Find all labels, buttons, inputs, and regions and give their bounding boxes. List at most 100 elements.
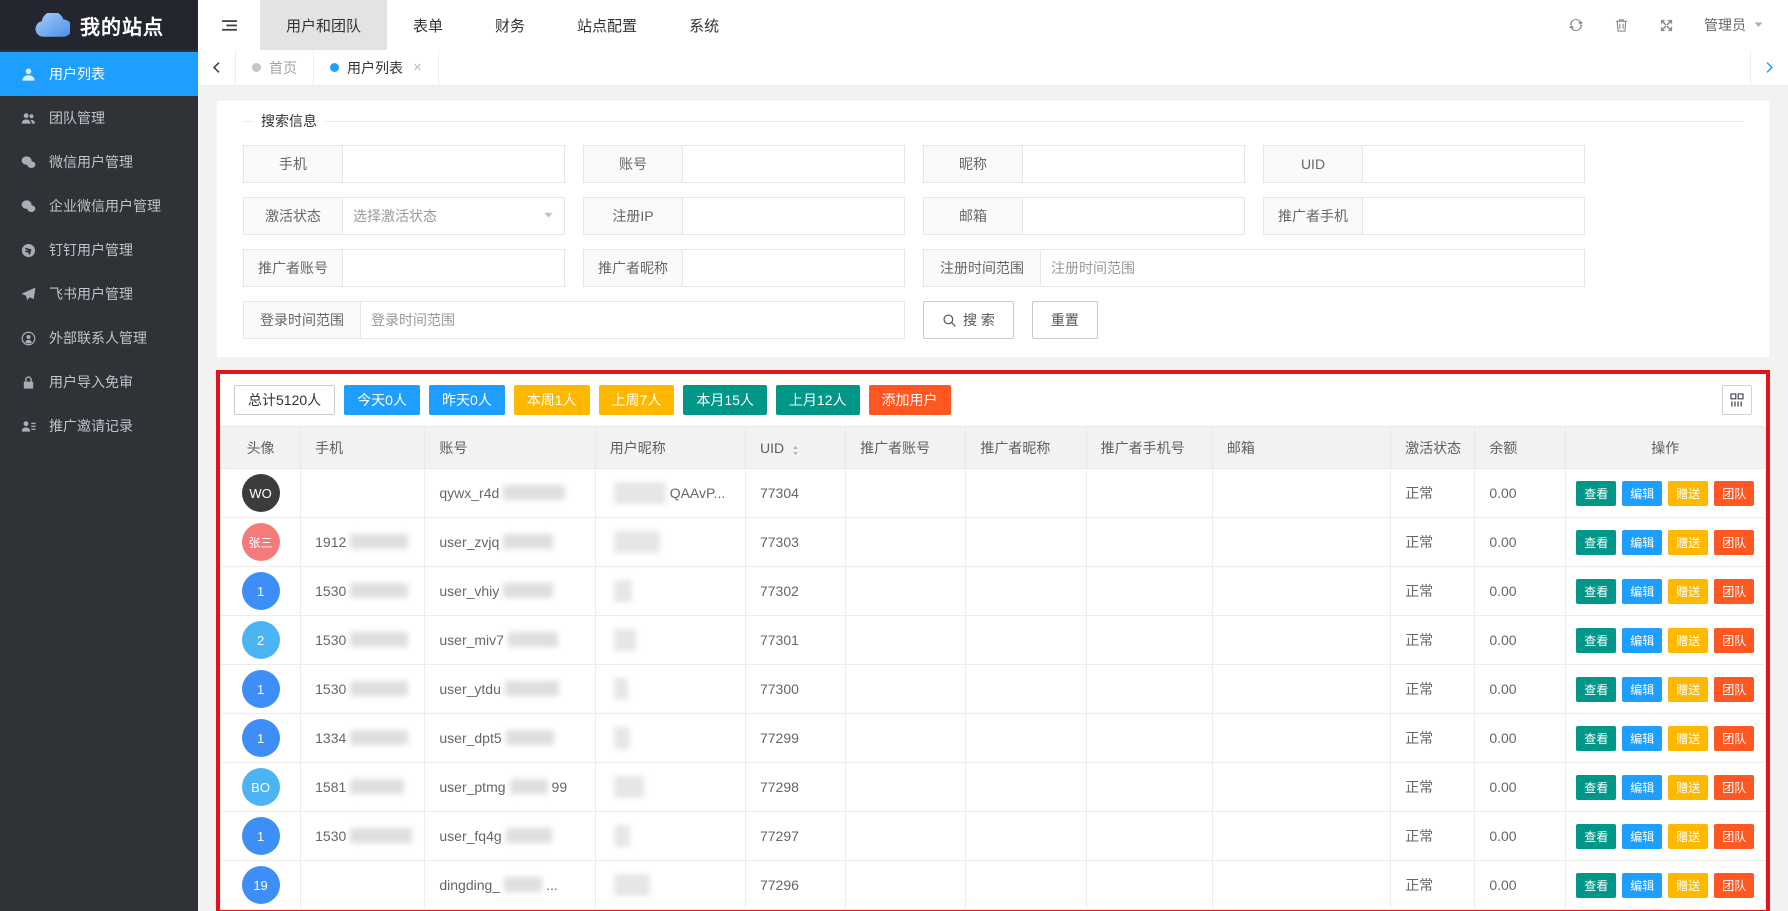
nav-item-system[interactable]: 系统 bbox=[663, 0, 745, 50]
user-table: 头像手机账号用户昵称UID推广者账号推广者昵称推广者手机号邮箱激活状态余额操作 … bbox=[220, 426, 1766, 910]
add-user-button[interactable]: 添加用户 bbox=[869, 385, 951, 415]
action-赠送-button[interactable]: 赠送 bbox=[1668, 481, 1708, 506]
col-header-label: 手机 bbox=[315, 440, 343, 456]
fullscreen-button[interactable] bbox=[1659, 18, 1674, 33]
action-赠送-button[interactable]: 赠送 bbox=[1668, 628, 1708, 653]
action-编辑-button[interactable]: 编辑 bbox=[1622, 873, 1662, 898]
clear-cache-button[interactable] bbox=[1614, 17, 1629, 33]
admin-menu[interactable]: 管理员 bbox=[1704, 15, 1764, 35]
stat-yesterday-button[interactable]: 昨天0人 bbox=[429, 385, 505, 415]
stat-total-button[interactable]: 总计5120人 bbox=[234, 385, 335, 415]
reset-button[interactable]: 重置 bbox=[1032, 301, 1098, 339]
sidebar-item-wechat-users[interactable]: 微信用户管理 bbox=[0, 140, 198, 184]
search-field-input[interactable] bbox=[682, 197, 905, 235]
chevron-down-icon bbox=[1753, 21, 1764, 29]
activation-status-select[interactable]: 选择激活状态 bbox=[342, 197, 565, 235]
action-赠送-button[interactable]: 赠送 bbox=[1668, 579, 1708, 604]
action-编辑-button[interactable]: 编辑 bbox=[1622, 628, 1662, 653]
action-团队-button[interactable]: 团队 bbox=[1714, 824, 1754, 849]
sort-icon[interactable] bbox=[790, 445, 801, 456]
action-查看-button[interactable]: 查看 bbox=[1576, 726, 1616, 751]
action-查看-button[interactable]: 查看 bbox=[1576, 628, 1616, 653]
action-编辑-button[interactable]: 编辑 bbox=[1622, 579, 1662, 604]
cell-text: 99 bbox=[552, 779, 568, 795]
nav-item-forms[interactable]: 表单 bbox=[387, 0, 469, 50]
search-field-input[interactable] bbox=[1022, 197, 1245, 235]
sidebar-item-dingtalk-users[interactable]: 钉钉用户管理 bbox=[0, 228, 198, 272]
action-团队-button[interactable]: 团队 bbox=[1714, 481, 1754, 506]
action-编辑-button[interactable]: 编辑 bbox=[1622, 726, 1662, 751]
action-赠送-button[interactable]: 赠送 bbox=[1668, 677, 1708, 702]
nickname-cell: QAAvP... bbox=[595, 469, 745, 518]
sidebar-item-external-contacts[interactable]: 外部联系人管理 bbox=[0, 316, 198, 360]
action-赠送-button[interactable]: 赠送 bbox=[1668, 873, 1708, 898]
action-编辑-button[interactable]: 编辑 bbox=[1622, 824, 1662, 849]
column-settings-button[interactable] bbox=[1722, 385, 1752, 415]
search-field-input[interactable] bbox=[1362, 145, 1585, 183]
action-团队-button[interactable]: 团队 bbox=[1714, 530, 1754, 555]
action-查看-button[interactable]: 查看 bbox=[1576, 530, 1616, 555]
phone-cell: 1530 bbox=[301, 812, 425, 861]
stat-today-button[interactable]: 今天0人 bbox=[344, 385, 420, 415]
action-团队-button[interactable]: 团队 bbox=[1714, 775, 1754, 800]
sidebar-item-user-import-review[interactable]: 用户导入免审 bbox=[0, 360, 198, 404]
action-赠送-button[interactable]: 赠送 bbox=[1668, 726, 1708, 751]
search-button[interactable]: 搜 索 bbox=[923, 301, 1014, 339]
search-icon bbox=[942, 313, 957, 328]
action-赠送-button[interactable]: 赠送 bbox=[1668, 775, 1708, 800]
stat-last-week-button[interactable]: 上周7人 bbox=[599, 385, 675, 415]
uid-cell: 77296 bbox=[745, 861, 845, 910]
action-赠送-button[interactable]: 赠送 bbox=[1668, 530, 1708, 555]
action-团队-button[interactable]: 团队 bbox=[1714, 677, 1754, 702]
sidebar-item-promotion-invites[interactable]: 推广邀请记录 bbox=[0, 404, 198, 448]
nav-item-site-config[interactable]: 站点配置 bbox=[551, 0, 663, 50]
action-查看-button[interactable]: 查看 bbox=[1576, 579, 1616, 604]
action-编辑-button[interactable]: 编辑 bbox=[1622, 530, 1662, 555]
search-field-input[interactable] bbox=[1040, 249, 1585, 287]
avatar: WO bbox=[242, 474, 280, 512]
action-团队-button[interactable]: 团队 bbox=[1714, 726, 1754, 751]
action-团队-button[interactable]: 团队 bbox=[1714, 628, 1754, 653]
action-查看-button[interactable]: 查看 bbox=[1576, 677, 1616, 702]
stat-this-week-button[interactable]: 本周1人 bbox=[514, 385, 590, 415]
search-field-input[interactable] bbox=[1022, 145, 1245, 183]
tab-home[interactable]: 首页 bbox=[236, 50, 314, 85]
col-header-推广者账号: 推广者账号 bbox=[846, 427, 966, 469]
action-团队-button[interactable]: 团队 bbox=[1714, 873, 1754, 898]
search-field-input[interactable] bbox=[342, 249, 565, 287]
action-团队-button[interactable]: 团队 bbox=[1714, 579, 1754, 604]
action-查看-button[interactable]: 查看 bbox=[1576, 824, 1616, 849]
actions-cell: 查看编辑赠送团队 bbox=[1565, 763, 1765, 812]
tabs-scroll-left-button[interactable] bbox=[198, 50, 236, 85]
nav-item-users-teams[interactable]: 用户和团队 bbox=[260, 0, 387, 50]
tabs-scroll-right-button[interactable] bbox=[1750, 50, 1788, 85]
table-row: 19dingding_...77296正常0.00查看编辑赠送团队 bbox=[221, 861, 1766, 910]
page-body: 搜索信息 手机账号昵称UID激活状态选择激活状态注册IP邮箱推广者手机推广者账号… bbox=[198, 86, 1788, 911]
action-查看-button[interactable]: 查看 bbox=[1576, 481, 1616, 506]
collapse-sidebar-button[interactable] bbox=[198, 0, 260, 50]
search-field-input[interactable] bbox=[682, 249, 905, 287]
action-编辑-button[interactable]: 编辑 bbox=[1622, 677, 1662, 702]
action-赠送-button[interactable]: 赠送 bbox=[1668, 824, 1708, 849]
refresh-button[interactable] bbox=[1568, 17, 1584, 33]
nav-item-finance[interactable]: 财务 bbox=[469, 0, 551, 50]
action-编辑-button[interactable]: 编辑 bbox=[1622, 481, 1662, 506]
cell-text: user_vhiy bbox=[439, 583, 499, 599]
stat-last-month-button[interactable]: 上月12人 bbox=[776, 385, 860, 415]
avatar: 1 bbox=[242, 719, 280, 757]
tab-user-list[interactable]: 用户列表× bbox=[314, 50, 439, 85]
sidebar-item-user-list[interactable]: 用户列表 bbox=[0, 52, 198, 96]
action-编辑-button[interactable]: 编辑 bbox=[1622, 775, 1662, 800]
tab-close-icon[interactable]: × bbox=[413, 59, 422, 76]
sidebar-item-wecom-users[interactable]: 企业微信用户管理 bbox=[0, 184, 198, 228]
search-field-input[interactable] bbox=[1362, 197, 1585, 235]
stat-this-month-button[interactable]: 本月15人 bbox=[683, 385, 767, 415]
search-field-input[interactable] bbox=[682, 145, 905, 183]
action-查看-button[interactable]: 查看 bbox=[1576, 873, 1616, 898]
search-field-input[interactable] bbox=[342, 145, 565, 183]
sidebar-item-feishu-users[interactable]: 飞书用户管理 bbox=[0, 272, 198, 316]
login-time-range-input[interactable] bbox=[360, 301, 905, 339]
cell-text: 1530 bbox=[315, 828, 346, 844]
sidebar-item-team-management[interactable]: 团队管理 bbox=[0, 96, 198, 140]
action-查看-button[interactable]: 查看 bbox=[1576, 775, 1616, 800]
